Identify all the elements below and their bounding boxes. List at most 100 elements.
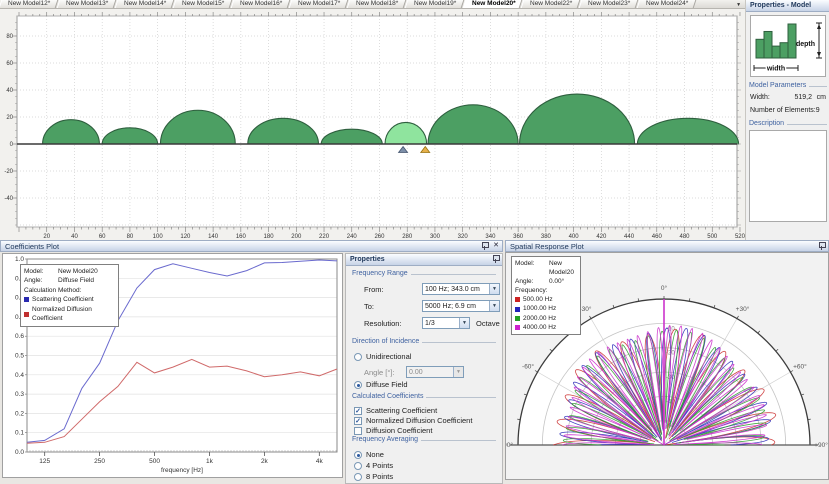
elements-label: Number of Elements: — [750, 106, 816, 115]
from-label: From: — [364, 285, 422, 294]
tab-new-model24[interactable]: New Model24* — [637, 0, 697, 8]
spatial-pin-icon[interactable] — [818, 242, 825, 250]
resolution-value: 1/3 — [423, 320, 459, 327]
coefficient-option-scattering-coefficient[interactable]: ✓ Scattering Coefficient — [354, 406, 437, 415]
coefficient-option-diffusion-coefficient[interactable]: Diffusion Coefficient — [354, 426, 432, 435]
spatial-plot-title-text: Spatial Response Plot — [510, 242, 584, 251]
coefficient-option-normalized-diffusion-coefficient[interactable]: ✓Normalized Diffusion Coefficient — [354, 416, 472, 425]
tab-new-model13[interactable]: New Model13* — [57, 0, 117, 8]
coefficients-chart: 0.00.10.20.30.40.50.60.70.80.91.01252505… — [2, 253, 343, 478]
resolution-dropdown-icon[interactable]: ▼ — [459, 318, 469, 328]
tab-new-model20[interactable]: New Model20* — [463, 0, 523, 8]
svg-text:width: width — [766, 66, 785, 73]
svg-text:0.0: 0.0 — [15, 449, 24, 456]
svg-text:0.3: 0.3 — [15, 391, 24, 398]
properties-panel-titlebar: Properties — [346, 254, 502, 266]
averaging-option-none[interactable]: None — [354, 450, 384, 459]
description-field[interactable] — [749, 130, 827, 222]
radio-button[interactable] — [354, 451, 362, 459]
svg-text:0.4: 0.4 — [15, 372, 24, 379]
unidirectional-option[interactable]: Unidirectional — [354, 352, 411, 361]
spatial-legend-entry-label: 1000.00 Hz — [523, 304, 556, 313]
tab-new-model19[interactable]: New Model19* — [405, 0, 465, 8]
unidirectional-radio[interactable] — [354, 353, 362, 361]
svg-text:250: 250 — [94, 458, 105, 465]
coef-series-normalized-diffusion — [27, 359, 337, 443]
coefficients-close-icon[interactable]: ✕ — [493, 242, 499, 250]
tab-new-model18[interactable]: New Model18* — [347, 0, 407, 8]
spatial-chart: 0°+30°+60°+90°-30°-60°-90°-10-20-30-40-5… — [505, 252, 829, 480]
to-combobox[interactable]: 5000 Hz; 6.9 cm ▼ — [422, 300, 500, 312]
legend-model-value: New Model20 — [58, 267, 98, 276]
checkbox[interactable] — [354, 427, 362, 435]
radio-button[interactable] — [354, 473, 362, 481]
resolution-row: Resolution: 1/3 ▼ Octave — [364, 317, 500, 329]
svg-text:+60°: +60° — [793, 363, 807, 371]
resolution-combobox[interactable]: 1/3 ▼ — [422, 317, 470, 329]
svg-text:60: 60 — [6, 61, 13, 67]
resolution-label: Resolution: — [364, 319, 422, 328]
legend-swatch — [24, 297, 29, 302]
properties-pin-icon[interactable] — [492, 255, 499, 263]
svg-text:0.2: 0.2 — [15, 410, 24, 417]
unidirectional-label: Unidirectional — [366, 352, 411, 361]
from-combobox[interactable]: 100 Hz; 343.0 cm ▼ — [422, 283, 500, 295]
spatial-legend-swatch — [515, 307, 520, 312]
properties-panel-title-text: Properties — [350, 256, 385, 263]
tab-new-model15[interactable]: New Model15* — [173, 0, 233, 8]
tab-new-model17[interactable]: New Model17* — [289, 0, 349, 8]
svg-text:depth: depth — [796, 41, 815, 48]
description-header-text: Description — [749, 120, 784, 127]
properties-panel: Properties Frequency Range From: 100 Hz;… — [345, 253, 503, 484]
tab-new-model12[interactable]: New Model12* — [0, 0, 58, 8]
tab-bar: New Model12*New Model13*New Model14*New … — [0, 0, 829, 9]
radio-label: None — [366, 450, 384, 459]
legend-entry: Normalized Diffusion Coefficient — [24, 305, 115, 324]
frequency-averaging-header: Frequency Averaging — [349, 436, 499, 443]
calculated-coefficients-header-text: Calculated Coefficients — [352, 393, 423, 400]
svg-text:-60°: -60° — [522, 363, 534, 371]
legend-angle-value: Diffuse Field — [58, 276, 94, 285]
frequency-range-header: Frequency Range — [349, 270, 499, 277]
svg-text:0.5: 0.5 — [15, 353, 24, 360]
averaging-option-8-points[interactable]: 8 Points — [354, 472, 393, 481]
geometry-canvas[interactable]: 806040200-20-402040608010012014016018020… — [0, 9, 745, 240]
spatial-legend-model-label: Model: — [515, 259, 549, 277]
app-window: New Model12*New Model13*New Model14*New … — [0, 0, 829, 484]
tab-new-model22[interactable]: New Model22* — [521, 0, 581, 8]
spatial-legend-model-value: New Model20 — [549, 259, 577, 277]
spatial-legend-angle-value: 0.00° — [549, 277, 564, 286]
geometry-canvas-area: 806040200-20-402040608010012014016018020… — [0, 9, 745, 240]
legend-method-label: Calculation Method: — [24, 286, 115, 295]
model-parameters-header-text: Model Parameters — [749, 82, 806, 89]
diffuse-field-radio[interactable] — [354, 381, 362, 389]
svg-text:-20: -20 — [4, 169, 13, 175]
angle-combobox[interactable]: 0.00 ▼ — [406, 366, 464, 378]
tab-overflow-icon[interactable]: ▼ — [736, 2, 741, 8]
coefficients-pin-icon[interactable] — [481, 242, 488, 250]
checkbox[interactable]: ✓ — [354, 417, 362, 425]
direction-header: Direction of Incidence — [349, 338, 499, 345]
svg-text:frequency [Hz]: frequency [Hz] — [161, 467, 203, 474]
averaging-option-4-points[interactable]: 4 Points — [354, 461, 393, 470]
tab-new-model23[interactable]: New Model23* — [579, 0, 639, 8]
width-value: 519,2 — [770, 93, 812, 102]
svg-text:0.1: 0.1 — [15, 430, 24, 437]
frequency-range-header-text: Frequency Range — [352, 270, 408, 277]
svg-text:1k: 1k — [206, 458, 214, 465]
to-dropdown-icon[interactable]: ▼ — [489, 301, 499, 311]
tab-new-model16[interactable]: New Model16* — [231, 0, 291, 8]
spatial-legend-swatch — [515, 297, 520, 302]
checkbox-label: Scattering Coefficient — [366, 406, 437, 415]
diffuse-field-option[interactable]: Diffuse Field — [354, 380, 408, 389]
angle-dropdown-icon[interactable]: ▼ — [453, 367, 463, 377]
tab-new-model14[interactable]: New Model14* — [115, 0, 175, 8]
checkbox[interactable]: ✓ — [354, 407, 362, 415]
model-panel-title-text: Properties - Model — [750, 2, 811, 9]
width-label: Width: — [750, 93, 770, 102]
radio-button[interactable] — [354, 462, 362, 470]
radio-label: 8 Points — [366, 472, 393, 481]
angle-row: Angle [°]: 0.00 ▼ — [364, 366, 464, 378]
from-dropdown-icon[interactable]: ▼ — [489, 284, 499, 294]
spatial-legend-frequency-label: Frequency: — [515, 286, 577, 295]
